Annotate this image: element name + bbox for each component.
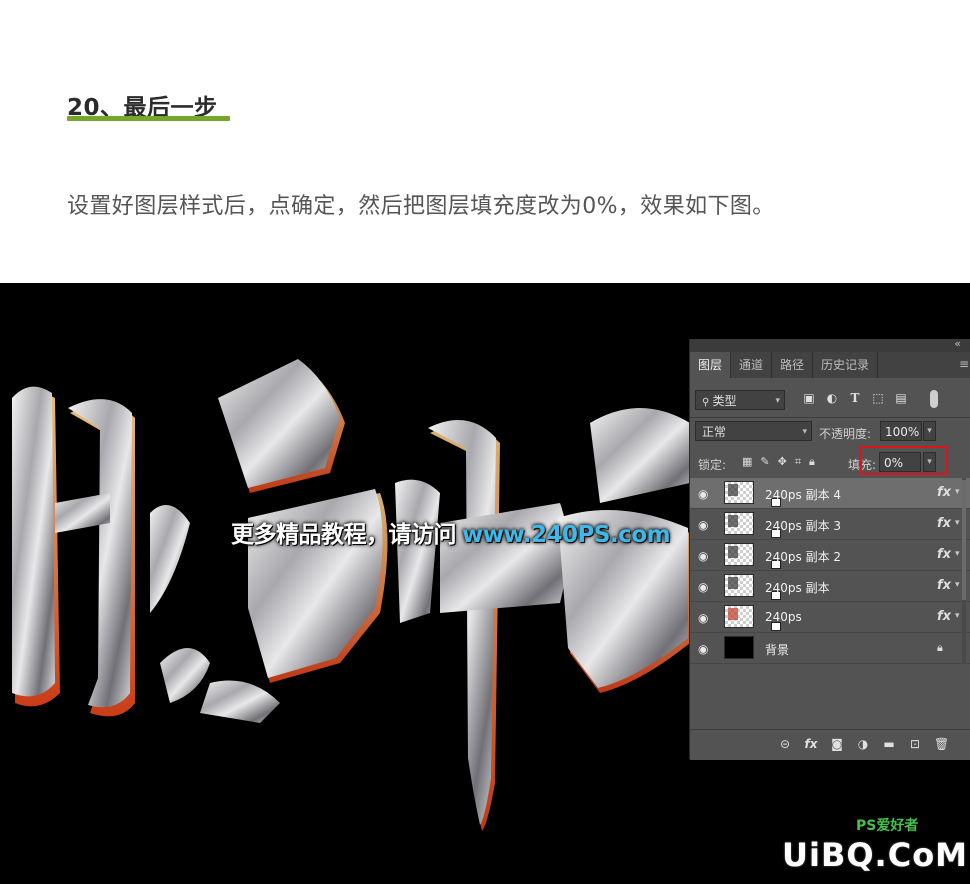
visibility-eye-icon[interactable]: ◉ [698,580,708,594]
divider [690,417,970,418]
shape-filter-icon[interactable]: ⬚ [871,391,885,405]
filter-toggle[interactable] [930,390,938,408]
layer-row[interactable]: ◉ 240ps 副本 2 fx ▾ [690,540,970,571]
chevron-down-icon[interactable]: ▾ [955,611,960,621]
step-description: 设置好图层样式后，点确定，然后把图层填充度改为0%，效果如下图。 [67,194,775,219]
panel-topbar: « [690,337,970,352]
tutorial-image: 更多精品教程，请访问 www.240PS.com PS爱好者 UiBQ.CoM «… [0,283,970,884]
delete-layer-icon[interactable]: 🗑︎ [934,737,949,751]
chevron-down-icon[interactable]: ▾ [955,549,960,559]
visibility-eye-icon[interactable]: ◉ [698,549,708,563]
chevron-down-icon[interactable]: ▾ [955,580,960,590]
visibility-eye-icon[interactable]: ◉ [698,642,708,656]
fx-icon[interactable]: fx [937,609,951,624]
fx-icon[interactable]: fx [937,547,951,562]
fill-highlight-box [860,446,948,475]
tab-layers[interactable]: 图层 [690,352,732,378]
adjustment-filter-icon[interactable]: ◐ [825,391,839,405]
title-underline [67,116,230,121]
blend-mode-select[interactable]: 正常 ▾ [695,421,812,441]
lock-paint-icon[interactable]: ✎ [760,455,769,469]
lock-all-icon[interactable]: 🔒︎ [809,455,815,469]
chevron-down-icon: ▾ [775,396,780,406]
tab-history[interactable]: 历史记录 [813,352,879,378]
layer-row[interactable]: ◉ 240ps 副本 3 fx ▾ [690,509,970,540]
layer-name[interactable]: 240ps 副本 [765,579,830,596]
layer-filter-row: ⚲ 类型 ▾ ▣ ◐ T ⬚ ▤ [690,387,970,413]
chevron-down-icon[interactable]: ▾ [955,487,960,497]
layer-thumbnail [724,512,781,538]
layer-row[interactable]: ◉ 240ps 副本 4 fx ▾ [690,478,970,509]
tab-channels[interactable]: 通道 [731,352,773,378]
fx-icon[interactable]: fx [937,485,951,500]
bottom-icons: ⊝ fx ◙ ◑ ▬ ⊡ 🗑︎ [778,737,949,751]
smart-object-filter-icon[interactable]: ▤ [894,391,908,405]
add-layer-style-icon[interactable]: fx [804,737,818,751]
layer-name[interactable]: 240ps 副本 2 [765,548,841,565]
fx-icon[interactable]: fx [937,578,951,593]
layer-list: ◉ 240ps 副本 4 fx ▾ ◉ 240ps 副本 3 fx ▾ ◉ 24… [690,478,970,664]
filter-kind-value: 类型 [712,394,737,408]
layer-thumbnail [724,574,781,600]
layer-name[interactable]: 背景 [765,641,789,658]
filter-icons: ▣ ◐ T ⬚ ▤ [802,391,908,405]
layer-row[interactable]: ◉ 240ps 副本 fx ▾ [690,571,970,602]
layer-thumbnail [724,605,781,631]
blend-mode-value: 正常 [702,425,727,439]
new-layer-icon[interactable]: ⊡ [908,737,922,751]
lock-label: 锁定: [698,458,727,472]
search-icon: ⚲ [702,397,713,408]
chevron-down-icon[interactable]: ▾ [955,518,960,528]
layers-scrollbar-thumb[interactable] [962,480,966,600]
visibility-eye-icon[interactable]: ◉ [698,611,708,625]
layers-panel: « 图层 通道 路径 历史记录 ≡ ⚲ 类型 ▾ ▣ ◐ T ⬚ ▤ 正常 ▾ … [689,337,970,760]
site-watermark: 更多精品教程，请访问 www.240PS.com [231,515,671,549]
glyph-1 [12,386,135,717]
panel-menu-icon[interactable]: ≡ [959,357,969,371]
tab-paths[interactable]: 路径 [772,352,814,378]
type-filter-icon[interactable]: T [848,391,862,405]
opacity-dropdown-button[interactable]: ▾ [923,421,936,441]
lock-icon: 🔒︎ [937,641,943,654]
layers-bottom-toolbar: ⊝ fx ◙ ◑ ▬ ⊡ 🗑︎ [690,729,970,760]
chevron-down-icon: ▾ [802,427,807,437]
link-layers-icon[interactable]: ⊝ [778,737,792,751]
opacity-input[interactable]: 100% [880,421,922,441]
watermark-url: www.240PS.com [462,522,671,548]
layer-row[interactable]: ◉ 240ps fx ▾ [690,602,970,633]
visibility-eye-icon[interactable]: ◉ [698,518,708,532]
layer-name[interactable]: 240ps 副本 3 [765,517,841,534]
add-mask-icon[interactable]: ◙ [830,737,844,751]
layer-row[interactable]: ◉ 背景 🔒︎ [690,633,970,664]
panel-tabs: 图层 通道 路径 历史记录 ≡ [690,352,970,378]
collapse-icon[interactable]: « [954,337,961,350]
lock-position-icon[interactable]: ✥ [778,455,787,469]
layer-thumbnail [724,543,781,569]
site-logo: UiBQ.CoM [782,836,969,874]
layer-thumbnail [724,636,754,659]
fx-icon[interactable]: fx [937,516,951,531]
visibility-eye-icon[interactable]: ◉ [698,487,708,501]
new-group-icon[interactable]: ▬ [882,737,896,751]
watermark-text: 更多精品教程，请访问 [231,522,457,548]
glyph-4 [558,408,690,693]
layer-thumbnail [724,481,781,507]
new-adjustment-layer-icon[interactable]: ◑ [856,737,870,751]
opacity-label: 不透明度: [819,427,872,441]
filter-kind-select[interactable]: ⚲ 类型 ▾ [695,390,785,410]
pixel-filter-icon[interactable]: ▣ [802,391,816,405]
logo-subtitle: PS爱好者 [856,818,919,834]
layer-name[interactable]: 240ps [765,610,802,624]
lock-artboard-icon[interactable]: ⌗ [795,455,801,469]
lock-transparent-icon[interactable]: ▦ [742,455,752,469]
glyph-3 [395,420,568,831]
lock-icons: ▦ ✎ ✥ ⌗ 🔒︎ [742,455,815,469]
layer-name[interactable]: 240ps 副本 4 [765,486,841,503]
blend-row: 正常 ▾ 不透明度: 100% ▾ [690,421,970,447]
